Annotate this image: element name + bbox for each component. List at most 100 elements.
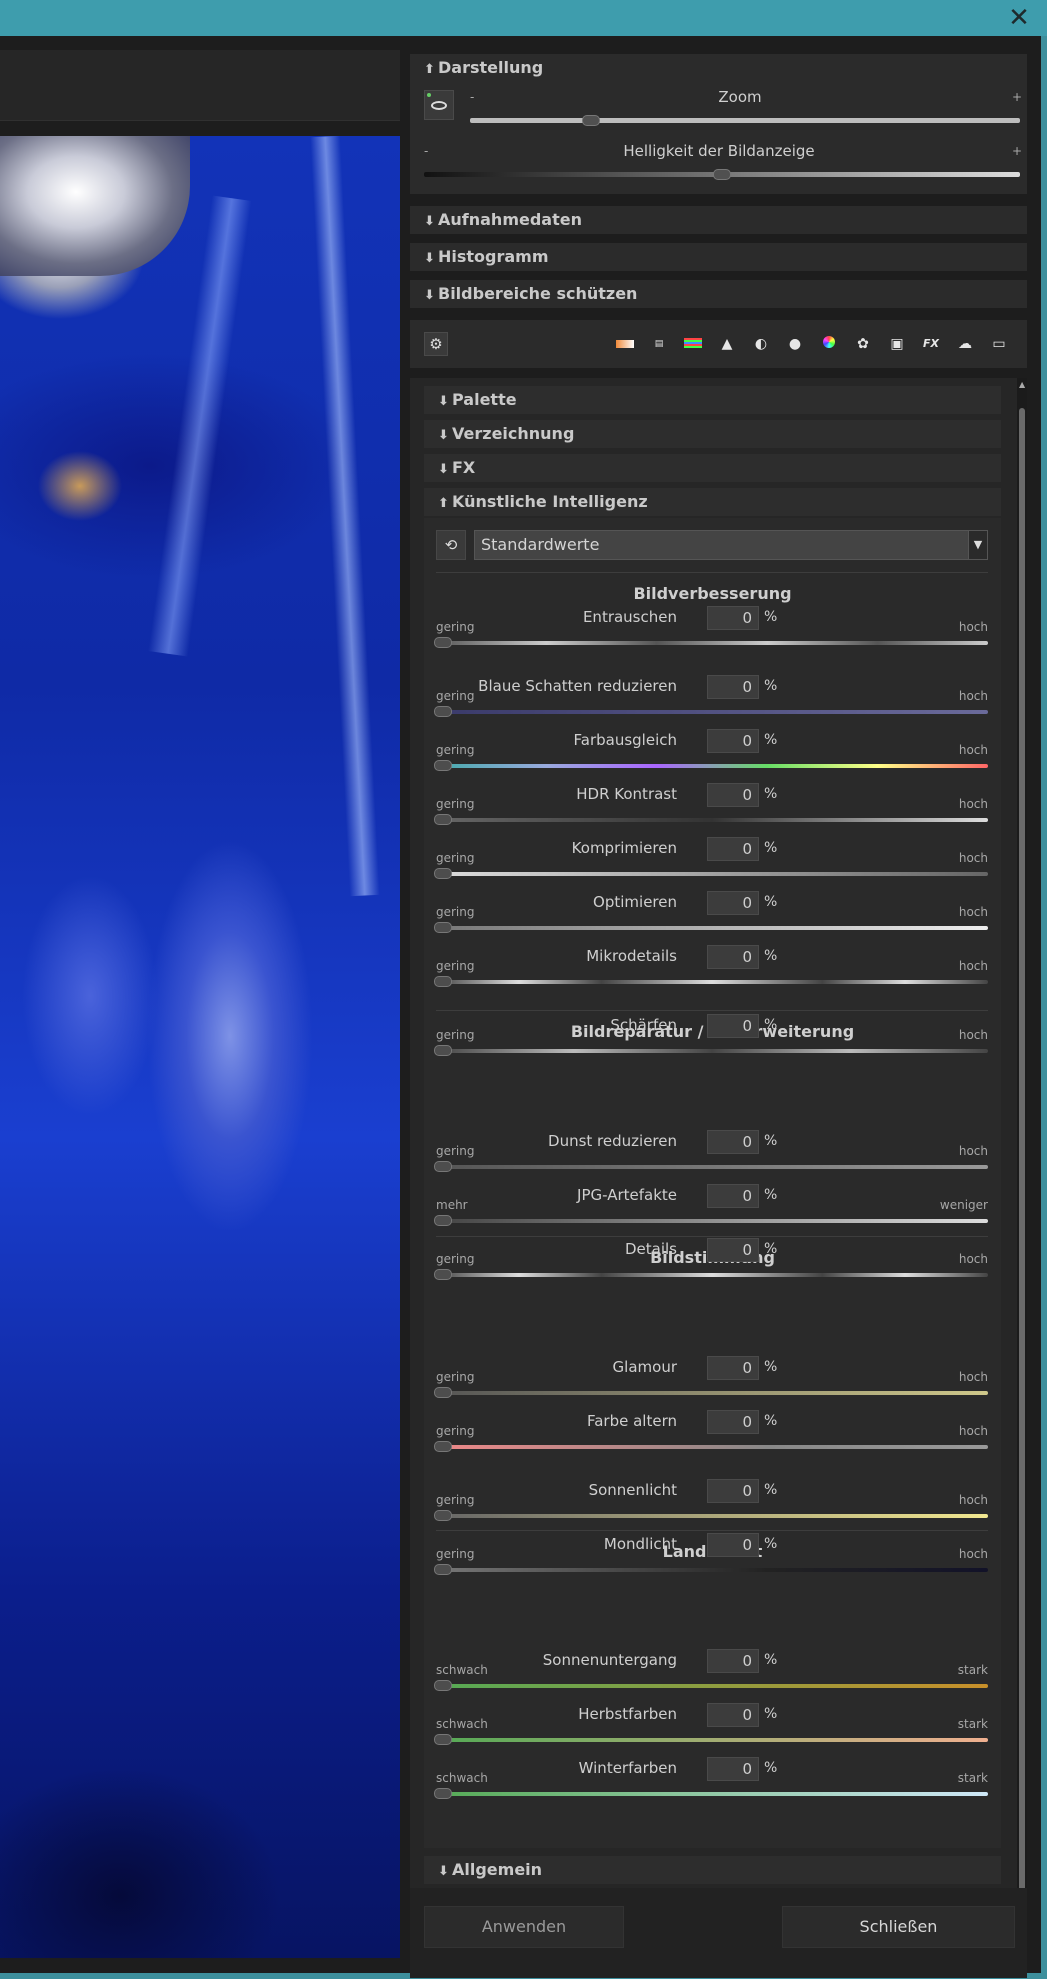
section-bildbereiche[interactable]: ⬇ Bildbereiche schützen	[410, 280, 1027, 308]
slider-row: gering Dunst reduzieren 0% hoch	[424, 1130, 1001, 1184]
slider-value-input[interactable]: 0	[707, 1130, 759, 1154]
color-wheel-icon[interactable]	[817, 333, 841, 355]
zoom-slider[interactable]	[470, 118, 1020, 123]
slider-track[interactable]	[436, 1792, 988, 1796]
slider-track[interactable]	[436, 710, 988, 714]
gear-icon[interactable]: ⚙	[424, 332, 448, 356]
camera-icon[interactable]: ▣	[885, 333, 909, 355]
slider-thumb[interactable]	[434, 1734, 452, 1745]
section-fx[interactable]: ⬇ FX	[424, 454, 1001, 482]
slider-value-input[interactable]: 0	[707, 729, 759, 753]
section-verzeichnung[interactable]: ⬇ Verzeichnung	[424, 420, 1001, 448]
slider-value-input[interactable]: 0	[707, 1410, 759, 1434]
slider-thumb[interactable]	[434, 814, 452, 825]
slider-track[interactable]	[436, 641, 988, 645]
slider-value-input[interactable]: 0	[707, 1533, 759, 1557]
landscape-icon[interactable]: ▲	[715, 333, 739, 355]
reset-icon[interactable]: ⟲	[436, 530, 466, 560]
slider-thumb[interactable]	[434, 976, 452, 987]
slider-high-label: weniger	[939, 1198, 988, 1212]
slider-track[interactable]	[436, 1445, 988, 1449]
zoom-slider-thumb[interactable]	[582, 115, 600, 126]
slider-thumb[interactable]	[434, 1161, 452, 1172]
slider-thumb[interactable]	[434, 1788, 452, 1799]
slider-value-input[interactable]: 0	[707, 891, 759, 915]
slider-high-label: hoch	[958, 1028, 988, 1042]
chevron-down-icon[interactable]: ▼	[968, 531, 987, 559]
slider-track[interactable]	[436, 1514, 988, 1518]
slider-value-input[interactable]: 0	[707, 1703, 759, 1727]
slider-track[interactable]	[436, 872, 988, 876]
slider-thumb[interactable]	[434, 1045, 452, 1056]
brain-icon[interactable]: ☁	[953, 333, 977, 355]
slider-track[interactable]	[436, 1391, 988, 1395]
slider-track[interactable]	[436, 1049, 988, 1053]
slider-track[interactable]	[436, 764, 988, 768]
slider-value-input[interactable]: 0	[707, 1479, 759, 1503]
slider-track[interactable]	[436, 1219, 988, 1223]
section-ki[interactable]: ⬆ Künstliche Intelligenz	[424, 488, 1001, 516]
slider-thumb[interactable]	[434, 1269, 452, 1280]
slider-track[interactable]	[436, 1568, 988, 1572]
close-button[interactable]: Schließen	[782, 1906, 1015, 1948]
image-preview[interactable]	[0, 136, 400, 1958]
brightness-slider-thumb[interactable]	[713, 169, 731, 180]
section-histogramm[interactable]: ⬇ Histogramm	[410, 243, 1027, 271]
slider-thumb[interactable]	[434, 1564, 452, 1575]
slider-value-input[interactable]: 0	[707, 1184, 759, 1208]
levels-icon[interactable]	[681, 333, 705, 355]
slider-thumb[interactable]	[434, 1387, 452, 1398]
divider	[436, 1010, 988, 1011]
slider-thumb[interactable]	[434, 1441, 452, 1452]
slider-track[interactable]	[436, 926, 988, 930]
slider-thumb[interactable]	[434, 1680, 452, 1691]
slider-thumb[interactable]	[434, 1215, 452, 1226]
slider-row: gering Entrauschen 0% hoch	[424, 606, 1001, 660]
arrow-down-icon: ⬇	[438, 462, 449, 477]
slider-thumb[interactable]	[434, 637, 452, 648]
exif-icon[interactable]: ▤	[647, 333, 671, 355]
slider-value-input[interactable]: 0	[707, 1757, 759, 1781]
section-title: Palette	[452, 390, 517, 409]
slider-thumb[interactable]	[434, 922, 452, 933]
slider-value-input[interactable]: 0	[707, 606, 759, 630]
section-darstellung[interactable]: ⬆ Darstellung	[410, 54, 1027, 82]
slider-value-input[interactable]: 0	[707, 837, 759, 861]
scroll-up-icon[interactable]: ▲	[1019, 381, 1025, 389]
slider-value-input[interactable]: 0	[707, 945, 759, 969]
slider-track[interactable]	[436, 818, 988, 822]
slider-value-input[interactable]: 0	[707, 1356, 759, 1380]
slider-track[interactable]	[436, 1165, 988, 1169]
section-aufnahmedaten[interactable]: ⬇ Aufnahmedaten	[410, 206, 1027, 234]
gradient-icon[interactable]	[613, 333, 637, 355]
section-palette[interactable]: ⬇ Palette	[424, 386, 1001, 414]
scrollbar[interactable]: ▲	[1017, 378, 1027, 1944]
slider-thumb[interactable]	[434, 1510, 452, 1521]
slider-track[interactable]	[436, 980, 988, 984]
slider-thumb[interactable]	[434, 760, 452, 771]
slider-thumb[interactable]	[434, 706, 452, 717]
slider-value-input[interactable]: 0	[707, 783, 759, 807]
slider-value-input[interactable]: 0	[707, 1014, 759, 1038]
close-icon[interactable]: ✕	[1005, 4, 1033, 32]
section-title: FX	[452, 458, 476, 477]
preset-select[interactable]: Standardwerte ▼	[474, 530, 988, 560]
slider-value-input[interactable]: 0	[707, 675, 759, 699]
palette-icon[interactable]: ✿	[851, 333, 875, 355]
eye-icon[interactable]	[424, 90, 454, 120]
section-allgemein[interactable]: ⬇ Allgemein	[424, 1856, 1001, 1884]
contrast-icon[interactable]: ◐	[749, 333, 773, 355]
apply-button[interactable]: Anwenden	[424, 1906, 624, 1948]
scrollbar-thumb[interactable]	[1019, 408, 1025, 1938]
slider-row: gering Farbausgleich 0% hoch	[424, 729, 1001, 783]
slider-value-input[interactable]: 0	[707, 1649, 759, 1673]
slider-value-input[interactable]: 0	[707, 1238, 759, 1262]
slider-track[interactable]	[436, 1684, 988, 1688]
fx-icon[interactable]: FX	[919, 333, 943, 355]
film-icon[interactable]: ▭	[987, 333, 1011, 355]
module-scroll-area[interactable]: ⬇ Palette ⬇ Verzeichnung ⬇ FX ⬆ Künstliche I…	[410, 378, 1027, 1944]
slider-thumb[interactable]	[434, 868, 452, 879]
slider-track[interactable]	[436, 1273, 988, 1277]
lens-icon[interactable]: ●	[783, 333, 807, 355]
slider-track[interactable]	[436, 1738, 988, 1742]
